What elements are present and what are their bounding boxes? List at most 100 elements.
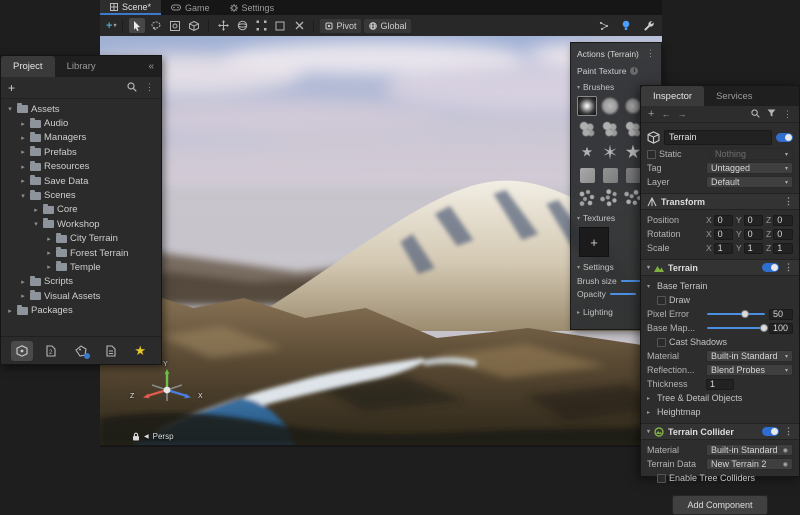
- scale-z-field[interactable]: 1: [773, 243, 793, 254]
- collider-material-field[interactable]: Built-in Standard◉: [706, 444, 793, 456]
- tree-item-workshop[interactable]: ▾Workshop: [1, 217, 161, 231]
- static-flags-dropdown[interactable]: Nothing▾: [710, 148, 793, 160]
- brush-tile[interactable]: [577, 188, 597, 208]
- terrain-collider-component-header[interactable]: ▾ Terrain Collider ⋮: [641, 423, 799, 440]
- scale-x-field[interactable]: 1: [714, 243, 733, 254]
- tree-item-scripts[interactable]: ▸Scripts: [1, 275, 161, 289]
- orientation-gizmo[interactable]: Y Z X: [130, 367, 204, 427]
- gameobject-active-toggle[interactable]: [776, 133, 793, 142]
- lasso-tool-button[interactable]: [148, 18, 164, 33]
- rotation-y-field[interactable]: 0: [744, 229, 763, 240]
- pivot-toggle-button[interactable]: Pivot: [320, 19, 361, 33]
- expander-icon[interactable]: ▾: [32, 220, 40, 228]
- tree-item-core[interactable]: ▸Core: [1, 203, 161, 217]
- add-button[interactable]: +: [648, 108, 654, 120]
- expander-icon[interactable]: ▸: [19, 148, 27, 156]
- tree-item-assets[interactable]: ▾Assets: [1, 102, 161, 116]
- base-terrain-foldout[interactable]: ▾ Base Terrain: [647, 279, 793, 293]
- tab-inspector[interactable]: Inspector: [641, 86, 704, 106]
- cast-shadows-checkbox[interactable]: [657, 338, 666, 347]
- collider-enabled-toggle[interactable]: [762, 427, 779, 436]
- select-tool-button[interactable]: [129, 18, 145, 33]
- transform-tool-button[interactable]: [291, 18, 307, 33]
- scenes-view-button[interactable]: 2: [40, 341, 62, 361]
- brush-tile[interactable]: [577, 142, 597, 162]
- tree-item-prefabs[interactable]: ▸Prefabs: [1, 145, 161, 159]
- tab-game[interactable]: Game: [161, 0, 220, 15]
- filter-button[interactable]: [767, 109, 776, 119]
- brush-tile[interactable]: [600, 96, 620, 116]
- expander-icon[interactable]: ▾: [19, 192, 27, 200]
- brush-tile[interactable]: [596, 184, 624, 212]
- actions-menu-button[interactable]: ⋮: [646, 48, 655, 59]
- tree-item-city-terrain[interactable]: ▸City Terrain: [1, 232, 161, 246]
- info-icon[interactable]: i: [630, 67, 638, 75]
- scale-tool-button[interactable]: [253, 18, 269, 33]
- expander-icon[interactable]: ▸: [19, 292, 27, 300]
- scripts-view-button[interactable]: [100, 341, 122, 361]
- tag-dropdown[interactable]: Untagged▾: [706, 162, 793, 174]
- enable-tree-colliders-checkbox[interactable]: [657, 474, 666, 483]
- brush-tile[interactable]: [577, 119, 597, 139]
- position-x-field[interactable]: 0: [714, 215, 733, 226]
- pixel-error-slider[interactable]: [707, 313, 765, 315]
- tree-item-scenes[interactable]: ▾Scenes: [1, 188, 161, 202]
- inspector-menu-button[interactable]: ⋮: [783, 109, 792, 120]
- back-icon[interactable]: ←: [661, 109, 670, 119]
- expander-icon[interactable]: ▸: [45, 249, 53, 257]
- expander-icon[interactable]: ▸: [19, 134, 27, 142]
- tree-item-forest-terrain[interactable]: ▸Forest Terrain: [1, 246, 161, 260]
- pixel-error-value-field[interactable]: 50: [769, 309, 793, 320]
- brush-tile[interactable]: [600, 165, 620, 185]
- projection-toggle[interactable]: ◀ Persp: [132, 432, 174, 441]
- inspector-search-button[interactable]: [751, 109, 760, 120]
- tree-item-packages[interactable]: ▸Packages: [1, 303, 161, 317]
- snap-settings-button[interactable]: [596, 18, 612, 33]
- favorites-button[interactable]: ★: [129, 341, 151, 361]
- collapse-panel-button[interactable]: «: [141, 56, 161, 77]
- tab-scene[interactable]: Scene*: [100, 0, 161, 15]
- brush-tile[interactable]: [600, 119, 620, 139]
- add-asset-button[interactable]: +: [8, 81, 15, 95]
- base-map-slider[interactable]: [707, 327, 765, 329]
- expander-icon[interactable]: ▾: [6, 105, 14, 113]
- reflection-dropdown[interactable]: Blend Probes▾: [706, 364, 793, 376]
- tab-services[interactable]: Services: [704, 86, 764, 106]
- expander-icon[interactable]: ▸: [19, 120, 27, 128]
- tree-item-managers[interactable]: ▸Managers: [1, 131, 161, 145]
- expander-icon[interactable]: ▸: [45, 235, 53, 243]
- frame-tool-button[interactable]: [167, 18, 183, 33]
- expander-icon[interactable]: ▸: [19, 278, 27, 286]
- search-button[interactable]: [127, 79, 137, 97]
- tab-library[interactable]: Library: [55, 56, 108, 77]
- component-menu-button[interactable]: ⋮: [784, 196, 793, 207]
- tree-item-visual-assets[interactable]: ▸Visual Assets: [1, 289, 161, 303]
- tab-settings[interactable]: Settings: [220, 0, 285, 15]
- move-tool-button[interactable]: [215, 18, 231, 33]
- scale-y-field[interactable]: 1: [744, 243, 763, 254]
- terrain-enabled-toggle[interactable]: [762, 263, 779, 272]
- terrain-data-field[interactable]: New Terrain 2◉: [706, 458, 793, 470]
- tree-item-resources[interactable]: ▸Resources: [1, 160, 161, 174]
- position-y-field[interactable]: 0: [744, 215, 763, 226]
- tree-item-save-data[interactable]: ▸Save Data: [1, 174, 161, 188]
- labels-view-button[interactable]: [70, 341, 92, 361]
- scene-tools-button[interactable]: [640, 18, 656, 33]
- base-map-value-field[interactable]: 100: [769, 323, 793, 334]
- layer-dropdown[interactable]: Default▾: [706, 176, 793, 188]
- component-menu-button[interactable]: ⋮: [784, 426, 793, 437]
- lighting-toggle-button[interactable]: [618, 18, 634, 33]
- position-z-field[interactable]: 0: [773, 215, 793, 226]
- terrain-component-header[interactable]: ▾ Terrain ⋮: [641, 259, 799, 276]
- expander-icon[interactable]: ▸: [19, 177, 27, 185]
- rect-tool-button[interactable]: [272, 18, 288, 33]
- opacity-slider[interactable]: [610, 293, 636, 295]
- expander-icon[interactable]: ▸: [45, 263, 53, 271]
- assets-view-button[interactable]: [11, 341, 33, 361]
- rotation-z-field[interactable]: 0: [773, 229, 793, 240]
- gameobject-name-field[interactable]: Terrain: [664, 130, 772, 145]
- brush-tile[interactable]: [600, 142, 620, 162]
- add-component-button[interactable]: Add Component: [672, 495, 767, 515]
- tree-item-temple[interactable]: ▸Temple: [1, 260, 161, 274]
- thickness-field[interactable]: 1: [706, 379, 734, 390]
